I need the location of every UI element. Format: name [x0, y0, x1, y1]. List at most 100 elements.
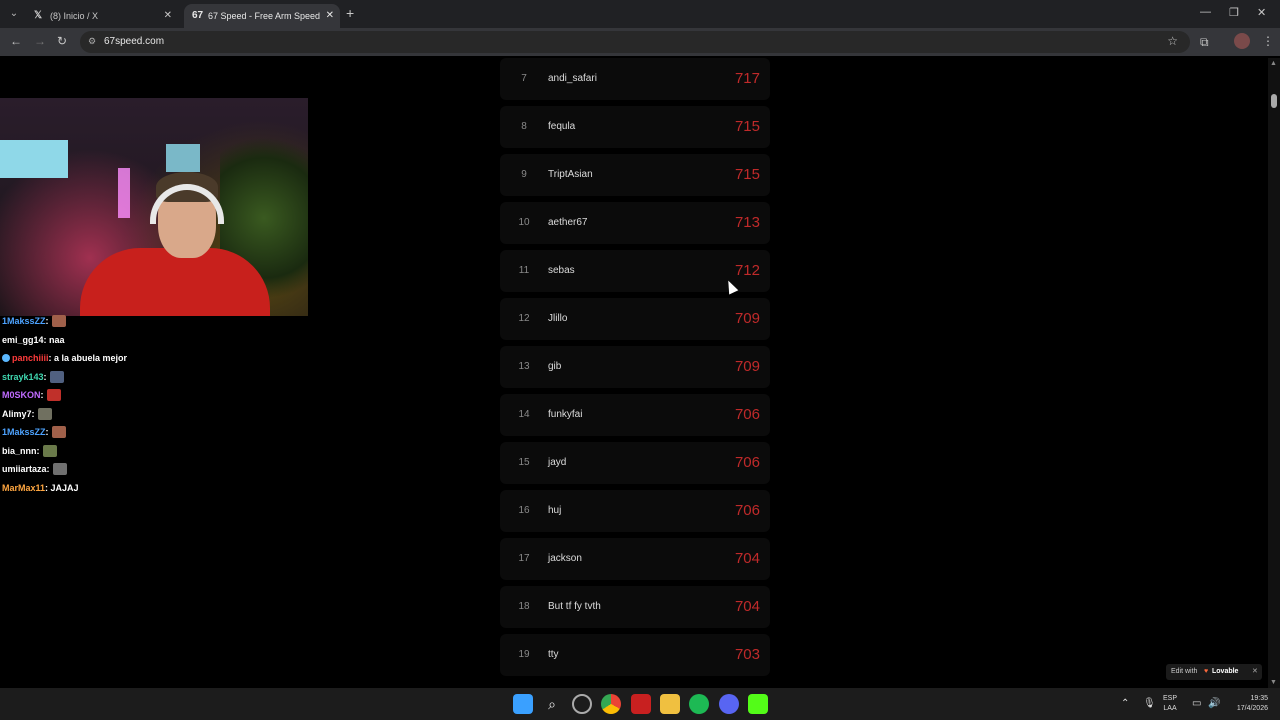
score: 712	[734, 262, 760, 279]
rank: 8	[521, 121, 527, 132]
x-logo-icon: 𝕏	[34, 10, 43, 21]
spotify-icon[interactable]	[689, 694, 709, 714]
close-tab-icon[interactable]: ✕	[326, 4, 334, 28]
player-name: TriptAsian	[548, 169, 593, 180]
badge-text: Edit with	[1171, 668, 1198, 675]
scroll-thumb[interactable]	[1271, 94, 1277, 108]
chat-text: naa	[49, 334, 65, 345]
leaderboard-row: 18 But tf fy tvth 704	[500, 586, 770, 628]
leaderboard-list: 7 andi_safari 717 8 fequla 715 9 TriptAsian 71…	[500, 58, 770, 688]
leaderboard-row: 14 funkyfai 706	[500, 394, 770, 436]
67-favicon: 67	[192, 10, 204, 21]
leaderboard-row: 15 jayd 706	[500, 442, 770, 484]
player-name: tty	[548, 649, 559, 660]
close-window-icon[interactable]: ✕	[1257, 6, 1266, 19]
system-clock[interactable]: 19:35 17/4/2026	[1224, 694, 1268, 714]
edit-with-lovable-badge[interactable]: Edit with ♥ Lovable ✕	[1166, 664, 1262, 680]
restore-icon[interactable]: ❐	[1229, 6, 1239, 19]
emote-icon	[51, 315, 66, 328]
browser-toolbar: ← → ↻ ⚙ 67speed.com ☆ ⧉ ⋮	[0, 28, 1280, 56]
emote-icon	[37, 407, 52, 420]
leaderboard-row: 12 Jlillo 709	[500, 298, 770, 340]
player-name: aether67	[548, 217, 588, 228]
extensions-icon[interactable]: ⧉	[1200, 35, 1209, 50]
new-tab-button[interactable]: +	[346, 5, 354, 21]
tray-overflow-icon[interactable]: ⌃	[1121, 698, 1129, 709]
streamer-body	[80, 248, 270, 316]
scroll-up-icon[interactable]: ▲	[1270, 60, 1277, 67]
chat-username: strayk143	[2, 371, 44, 382]
emote-icon	[42, 444, 57, 457]
player-name: But tf fy tvth	[548, 601, 601, 612]
menu-icon[interactable]: ⋮	[1262, 34, 1274, 48]
player-name: gib	[548, 361, 562, 372]
chat-message: umiiartaza:	[2, 460, 302, 479]
tab-search-icon[interactable]: ⌄	[6, 6, 22, 22]
scroll-down-icon[interactable]: ▼	[1270, 679, 1277, 686]
volume-icon[interactable]: 🔊	[1208, 698, 1220, 709]
chat-username: umiiartaza	[2, 464, 47, 475]
back-icon[interactable]: ←	[10, 34, 22, 48]
tab-title: (8) Inicio / X	[50, 11, 99, 21]
copilot-icon[interactable]	[572, 694, 592, 714]
score: 706	[734, 502, 760, 519]
kick-icon[interactable]	[748, 694, 768, 714]
address-bar[interactable]: ⚙ 67speed.com ☆	[80, 31, 1190, 53]
clock-time: 19:35	[1250, 695, 1268, 702]
forward-icon[interactable]: →	[34, 34, 46, 48]
score: 706	[734, 406, 760, 423]
player-name: funkyfai	[548, 409, 583, 420]
discord-icon[interactable]	[719, 694, 739, 714]
chat-message: panchiiii: a la abuela mejor	[2, 349, 302, 368]
background-tv	[0, 140, 68, 178]
rank: 16	[518, 505, 530, 516]
page-scrollbar[interactable]: ▲ ▼	[1268, 58, 1280, 688]
bookmark-star-icon[interactable]: ☆	[1167, 34, 1178, 48]
close-badge-icon[interactable]: ✕	[1252, 664, 1258, 680]
windows-taskbar: ⌕ ⌃ 🎙 ESP LAA ▭ 🔊 19:35 17/4/2026	[0, 688, 1280, 720]
windows-start-icon[interactable]	[513, 694, 533, 714]
chat-message: bia_nnn:	[2, 442, 302, 461]
site-info-icon[interactable]: ⚙	[88, 36, 96, 47]
score: 717	[734, 70, 760, 87]
chat-username: Alimy7	[2, 408, 32, 419]
network-icon[interactable]: ▭	[1192, 698, 1201, 709]
rank: 12	[518, 313, 530, 324]
score: 713	[734, 214, 760, 231]
score: 704	[734, 598, 760, 615]
chat-message: MarMax11: JAJAJ	[2, 482, 79, 493]
chat-text: a la abuela mejor	[54, 353, 128, 364]
close-tab-icon[interactable]: ✕	[164, 4, 172, 28]
language-code: ESP	[1163, 695, 1178, 702]
score: 715	[734, 118, 760, 135]
chat-username: 1MakssZZ	[2, 427, 46, 438]
rank: 14	[518, 409, 530, 420]
reload-icon[interactable]: ↻	[57, 34, 67, 48]
webcam-overlay	[0, 98, 308, 316]
score: 709	[734, 310, 760, 327]
profile-avatar[interactable]	[1234, 33, 1250, 49]
search-icon[interactable]: ⌕	[542, 694, 562, 714]
leaderboard-row: 9 TriptAsian 715	[500, 154, 770, 196]
score: 709	[734, 358, 760, 375]
chat-username: MarMax11	[2, 482, 46, 493]
video-app-icon[interactable]	[631, 694, 651, 714]
rank: 17	[518, 553, 530, 564]
rank: 7	[521, 73, 527, 84]
chrome-icon[interactable]	[601, 694, 621, 714]
clock-date: 17/4/2026	[1236, 705, 1268, 712]
tab-inicio-x[interactable]: 𝕏 (8) Inicio / X ✕	[26, 4, 178, 28]
minimize-icon[interactable]: —	[1200, 6, 1211, 18]
microphone-icon[interactable]: 🎙	[1143, 698, 1156, 709]
rank: 15	[518, 457, 530, 468]
language-indicator[interactable]: ESP LAA	[1163, 694, 1177, 714]
chat-message: M0SKON:	[2, 386, 302, 405]
lovable-heart-icon: ♥	[1204, 668, 1209, 675]
player-name: fequla	[548, 121, 576, 132]
file-explorer-icon[interactable]	[660, 694, 680, 714]
leaderboard-row: 17 jackson 704	[500, 538, 770, 580]
chat-username: bia_nnn	[2, 445, 37, 456]
lovable-brand: Lovable	[1212, 668, 1239, 675]
tab-67speed[interactable]: 67 67 Speed - Free Arm Speed Cha ✕	[184, 4, 340, 28]
leaderboard-row: 7 andi_safari 717	[500, 58, 770, 100]
